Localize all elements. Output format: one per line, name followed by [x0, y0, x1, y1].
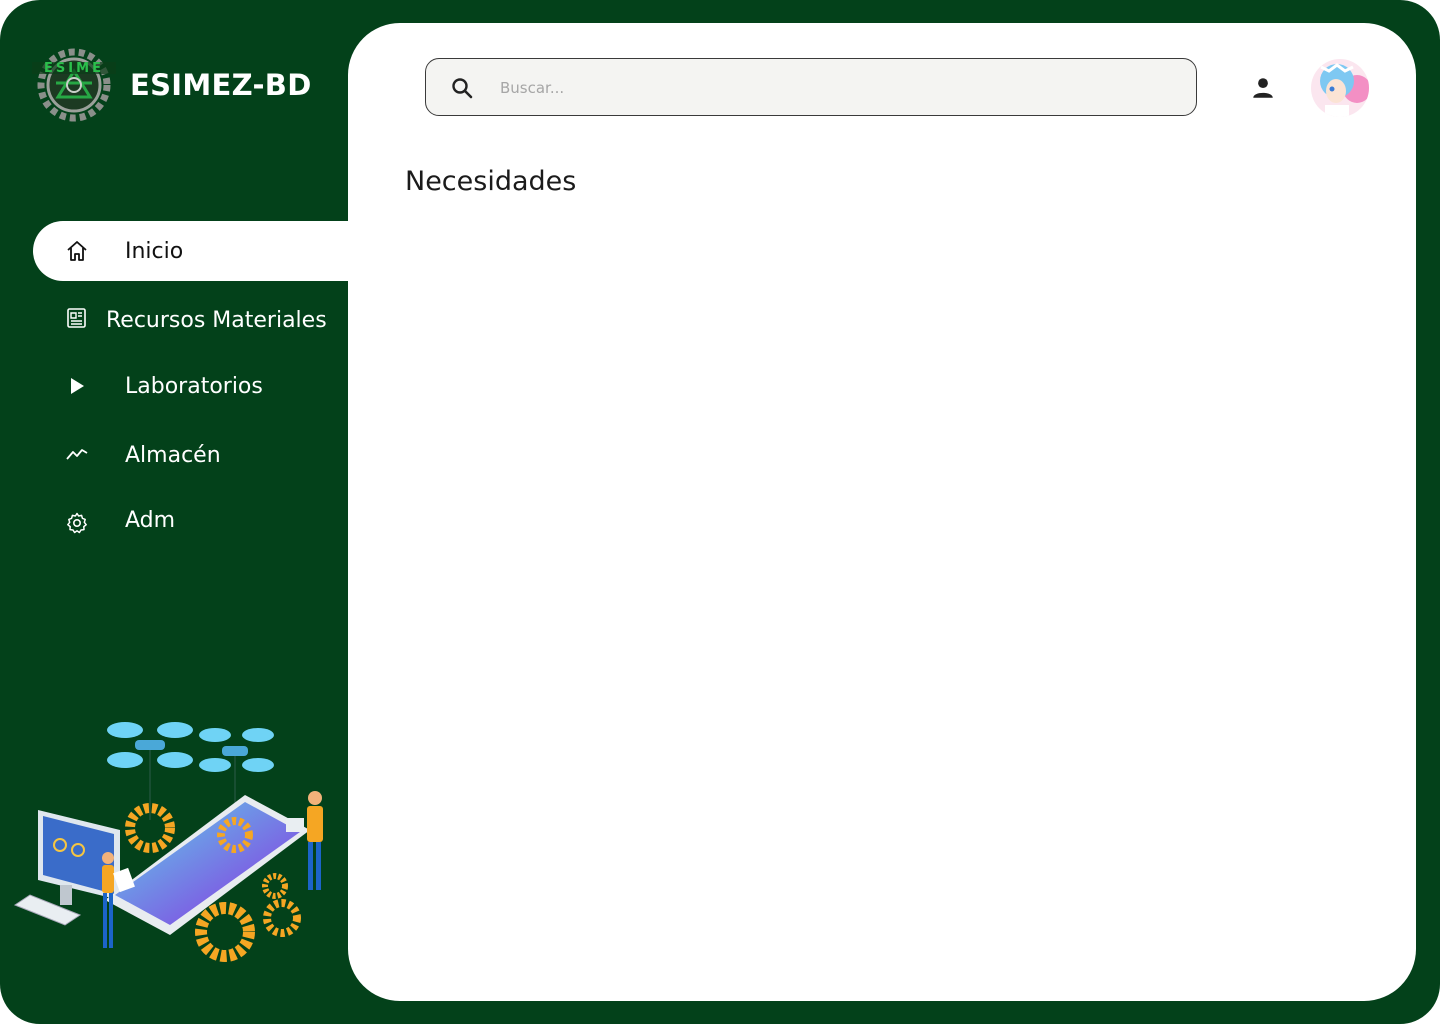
sidebar-item-almacen[interactable]: Almacén: [33, 425, 333, 485]
play-icon: [65, 374, 89, 398]
engineering-illustration: [13, 722, 323, 962]
search-input[interactable]: [498, 59, 1162, 117]
sidebar-item-adm[interactable]: Adm: [33, 490, 333, 550]
esime-gear-logo-icon: ESIME: [32, 48, 116, 122]
search-bar[interactable]: [425, 58, 1197, 117]
main-panel: Necesidades: [348, 23, 1416, 1001]
sidebar-item-recursos-materiales[interactable]: Recursos Materiales: [33, 290, 363, 350]
brand-name: ESIMEZ-BD: [130, 68, 312, 102]
sidebar-item-label: Recursos Materiales: [106, 308, 327, 333]
sidebar-item-label: Adm: [125, 507, 176, 533]
sidebar-item-laboratorios[interactable]: Laboratorios: [33, 356, 333, 416]
drone-left: [107, 722, 193, 820]
sidebar-item-label: Inicio: [125, 238, 184, 264]
search-icon: [452, 78, 473, 99]
home-icon: [65, 239, 89, 263]
app-frame: ESIME ESIMEZ-BD Inicio Recursos Material…: [0, 0, 1440, 1024]
sidebar-item-label: Almacén: [125, 442, 221, 468]
avatar[interactable]: [1311, 59, 1369, 117]
user-icon[interactable]: [1250, 75, 1276, 101]
newspaper-icon: [65, 306, 89, 330]
sidebar-item-label: Laboratorios: [125, 373, 263, 399]
trend-line-icon: [65, 443, 89, 467]
page-title: Necesidades: [405, 166, 577, 197]
gear-icon: [65, 511, 89, 535]
sidebar-item-inicio[interactable]: Inicio: [33, 221, 373, 281]
svg-text:ESIME: ESIME: [44, 61, 104, 76]
brand[interactable]: ESIME ESIMEZ-BD: [30, 48, 312, 122]
